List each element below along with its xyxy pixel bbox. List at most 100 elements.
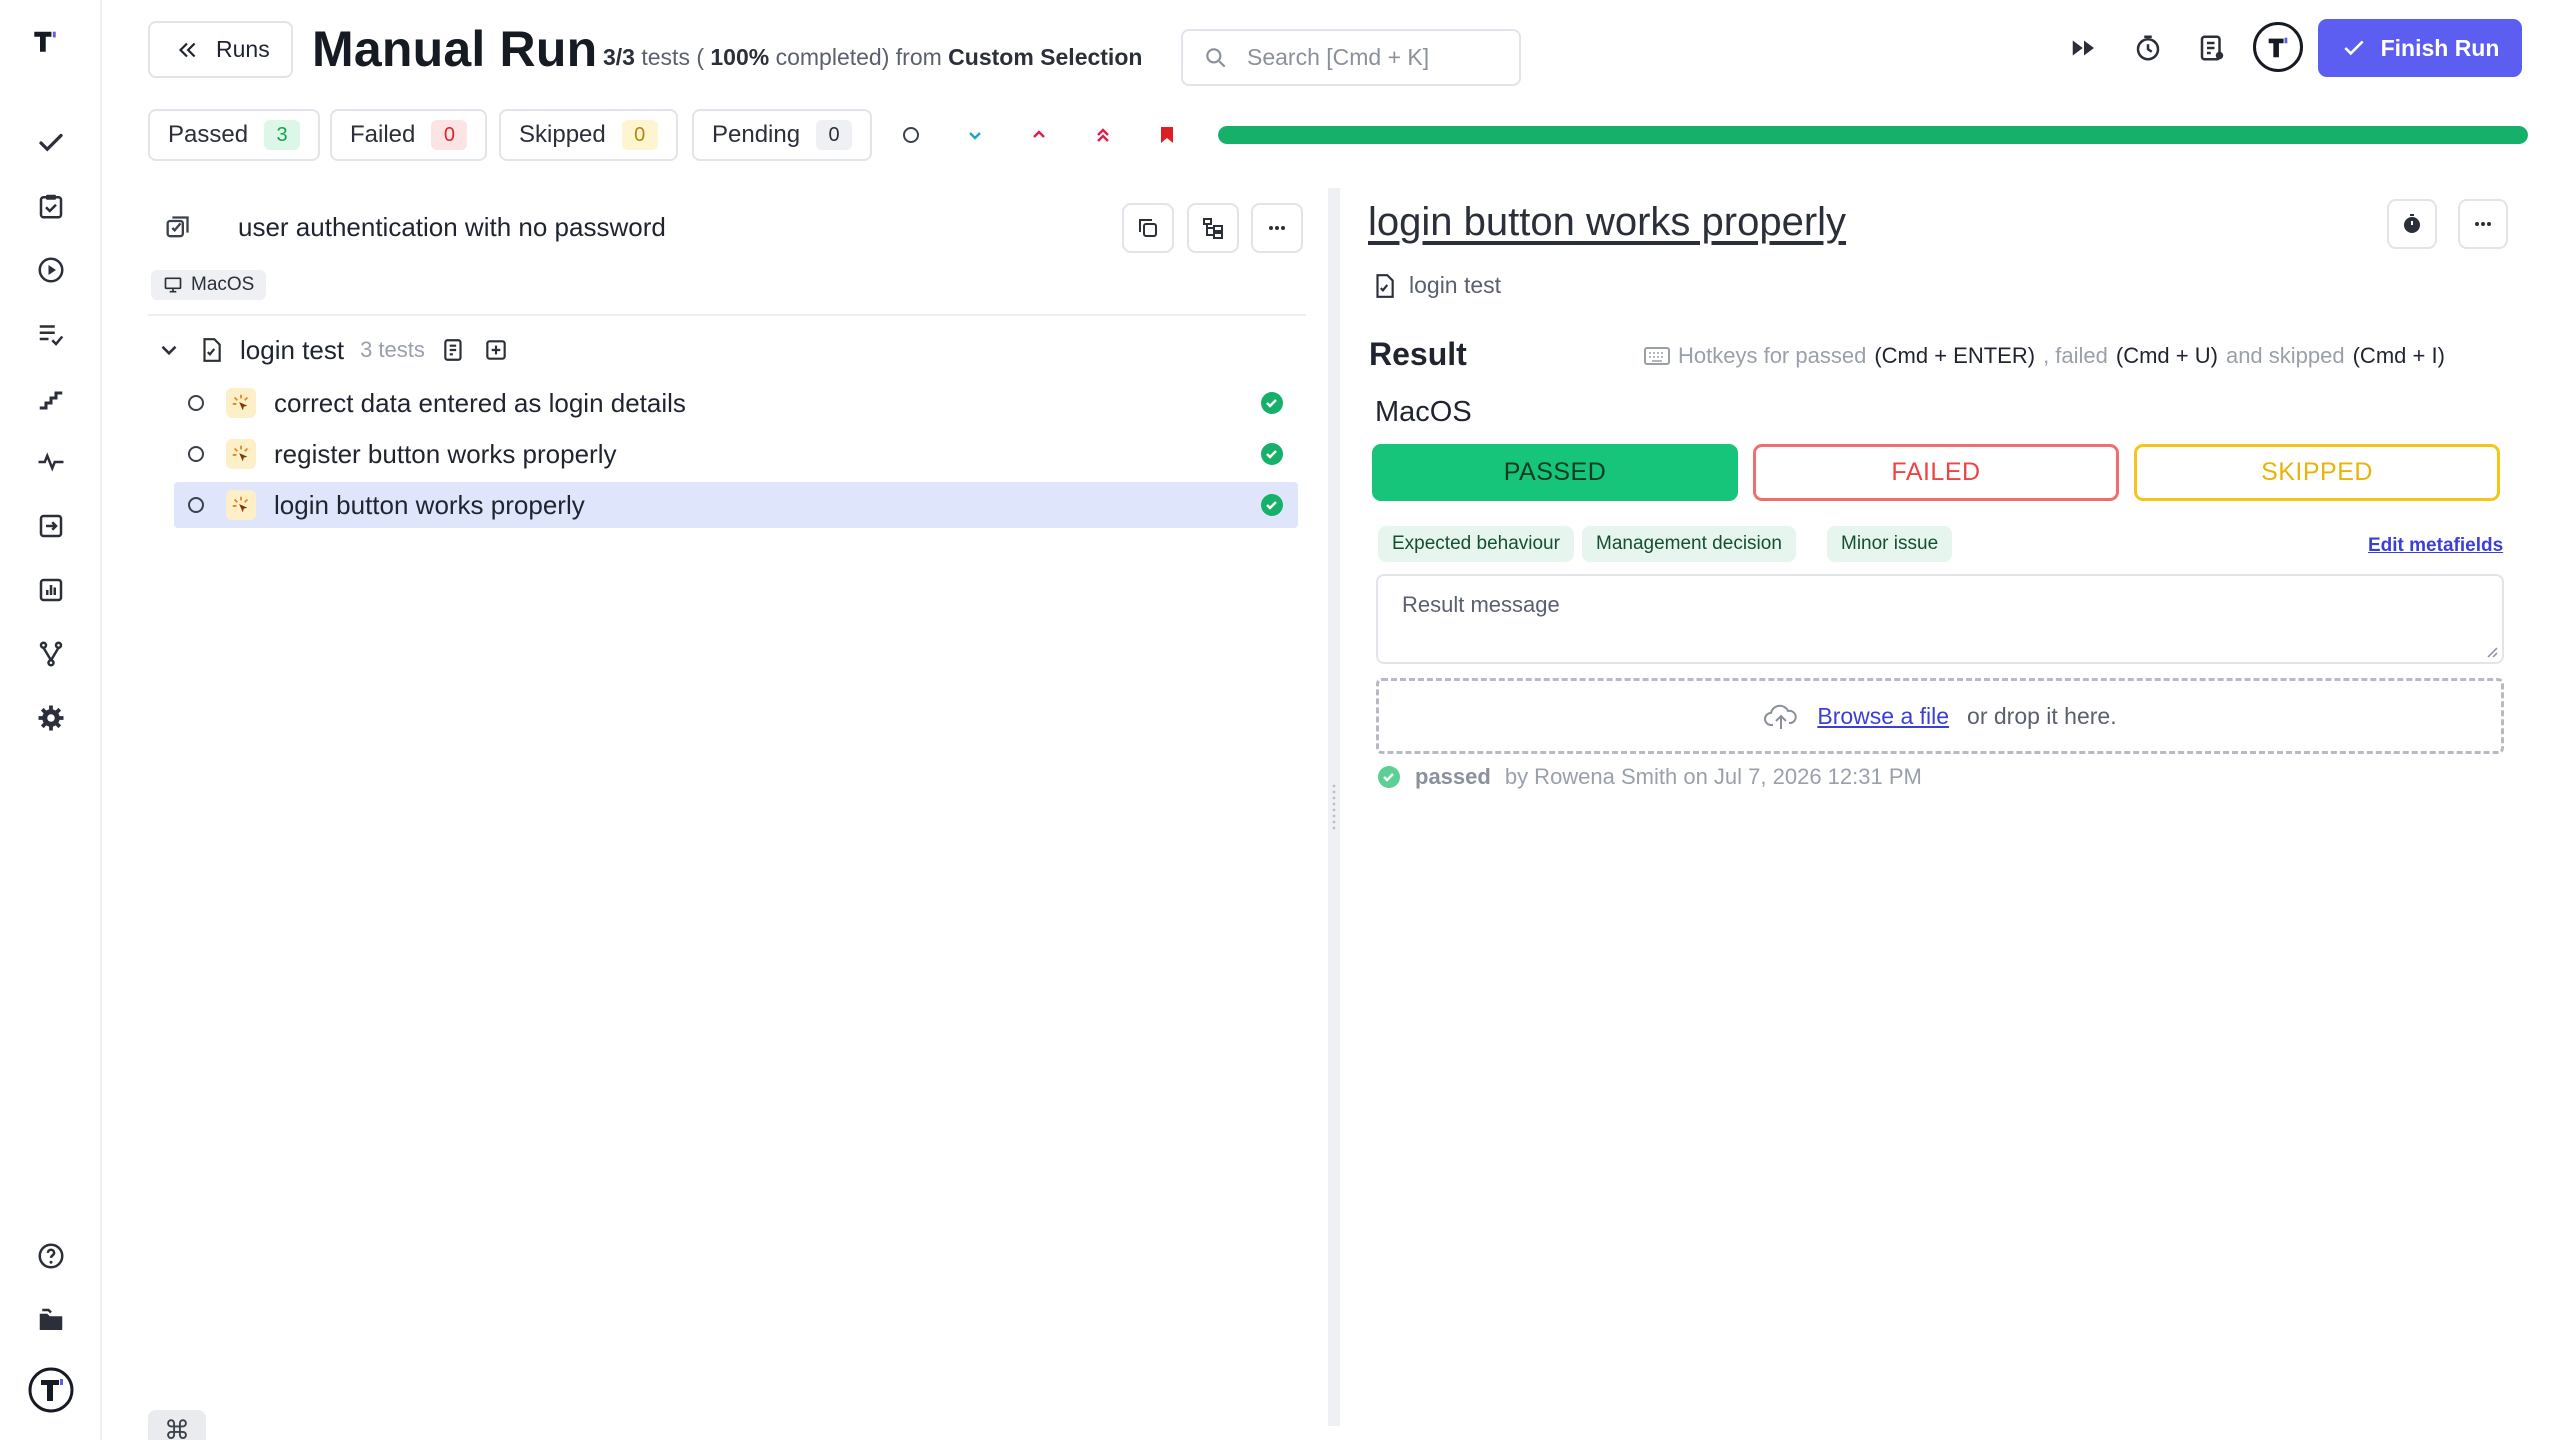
test-name: register button works properly	[274, 438, 617, 469]
timer-button[interactable]	[2387, 199, 2437, 249]
run-progress-bar	[1218, 126, 2528, 144]
fast-forward-icon[interactable]	[2064, 28, 2104, 68]
run-summary: 3/3 tests ( 100% completed) from Custom …	[603, 44, 1143, 70]
radio-icon[interactable]	[188, 395, 204, 411]
check-icon	[2343, 40, 2364, 56]
result-message-field[interactable]: Result message	[1376, 574, 2504, 664]
steps-icon[interactable]	[33, 380, 69, 416]
keyboard-icon	[1644, 347, 1670, 365]
manual-test-icon	[226, 490, 256, 520]
priority-none-icon[interactable]	[896, 120, 926, 150]
cloud-upload-icon	[1764, 704, 1798, 729]
detail-more-button[interactable]	[2458, 199, 2508, 249]
chevron-down-icon[interactable]	[156, 337, 182, 363]
account-avatar-icon[interactable]	[27, 1366, 75, 1414]
filter-failed[interactable]: Failed 0	[330, 109, 488, 161]
test-row-selected[interactable]: login button works properly	[174, 482, 1298, 528]
double-chevron-left-icon	[178, 42, 196, 57]
app-root: Runs Manual Run 3/3 tests ( 100% complet…	[0, 0, 2560, 1440]
import-icon[interactable]	[33, 508, 69, 544]
checkmark-icon[interactable]	[33, 125, 69, 161]
search-placeholder: Search [Cmd + K]	[1247, 44, 1430, 70]
report-list-icon[interactable]	[441, 337, 467, 363]
filter-passed[interactable]: Passed 3	[148, 109, 321, 161]
failed-count-badge: 0	[431, 120, 468, 150]
passed-status-icon	[1261, 392, 1283, 414]
priority-critical-icon[interactable]	[1152, 120, 1182, 150]
user-avatar[interactable]	[2253, 22, 2303, 72]
environment-label: MacOS	[1375, 396, 1472, 428]
test-group-row[interactable]: login test 3 tests	[156, 330, 509, 370]
environment-tag: MacOS	[151, 270, 267, 300]
skipped-button[interactable]: SKIPPED	[2134, 444, 2500, 501]
priority-low-icon[interactable]	[960, 120, 990, 150]
clipboard-check-icon[interactable]	[33, 188, 69, 224]
back-to-runs-button[interactable]: Runs	[148, 21, 293, 78]
test-row[interactable]: correct data entered as login details	[174, 380, 1298, 426]
metafield-chip[interactable]: Management decision	[1582, 526, 1796, 562]
passed-button[interactable]: PASSED	[1372, 444, 1738, 501]
pulse-icon[interactable]	[33, 444, 69, 480]
failed-button[interactable]: FAILED	[1753, 444, 2119, 501]
result-heading: Result	[1369, 336, 1467, 372]
result-history-entry: passed by Rowena Smith on Jul 7, 2026 12…	[1377, 764, 1922, 790]
timer-reset-icon[interactable]	[2128, 28, 2168, 68]
copy-button[interactable]	[1122, 203, 1174, 253]
priority-high-icon[interactable]	[1024, 120, 1054, 150]
browse-file-link[interactable]: Browse a file	[1817, 703, 1949, 730]
filter-pending[interactable]: Pending 0	[692, 109, 873, 161]
group-name: login test	[240, 334, 345, 365]
panel-resize-handle[interactable]	[1328, 188, 1340, 1426]
help-icon[interactable]	[33, 1238, 69, 1274]
search-input[interactable]: Search [Cmd + K]	[1181, 29, 1521, 86]
command-palette-key[interactable]: ⌘	[148, 1410, 206, 1440]
monitor-icon	[164, 277, 182, 293]
ellipsis-icon	[1269, 226, 1285, 230]
filter-skipped[interactable]: Skipped 0	[499, 109, 678, 161]
skipped-count-badge: 0	[621, 120, 658, 150]
gear-icon[interactable]	[33, 700, 69, 736]
metafield-chip[interactable]: Expected behaviour	[1378, 526, 1574, 562]
analytics-icon[interactable]	[33, 572, 69, 608]
test-name: login button works properly	[274, 489, 585, 520]
suite-title: user authentication with no password	[238, 212, 666, 242]
suite-check-icon	[163, 214, 191, 242]
pending-count-badge: 0	[816, 120, 853, 150]
manual-test-icon	[226, 439, 256, 469]
file-dropzone[interactable]: Browse a file or drop it here.	[1376, 678, 2504, 754]
progress-fill	[1218, 126, 2528, 144]
file-check-icon	[203, 338, 221, 362]
tree-icon	[1203, 218, 1223, 239]
list-check-icon[interactable]	[33, 316, 69, 352]
file-check-icon	[1376, 273, 1394, 298]
priority-important-icon[interactable]	[1088, 120, 1118, 150]
group-count: 3 tests	[360, 337, 425, 362]
resize-grip-icon[interactable]	[2484, 644, 2498, 658]
edit-metafields-link[interactable]: Edit metafields	[2368, 535, 2503, 557]
test-row[interactable]: register button works properly	[174, 431, 1298, 477]
test-detail-title[interactable]: login button works properly	[1368, 200, 1846, 245]
more-options-button[interactable]	[1251, 203, 1303, 253]
parent-group-link[interactable]: login test	[1371, 272, 1501, 299]
divider	[148, 314, 1306, 316]
app-logo-icon[interactable]	[30, 26, 72, 68]
testomat-logo-icon	[2268, 37, 2288, 58]
report-icon[interactable]	[2192, 28, 2232, 68]
finish-run-button[interactable]: Finish Run	[2318, 19, 2522, 77]
stopwatch-icon	[2404, 214, 2420, 233]
add-square-icon[interactable]	[483, 337, 509, 363]
folders-icon[interactable]	[33, 1302, 69, 1338]
passed-status-icon	[1261, 494, 1283, 516]
tree-view-button[interactable]	[1187, 203, 1239, 253]
ellipsis-icon	[2475, 222, 2491, 226]
radio-icon[interactable]	[188, 446, 204, 462]
grip-dots	[1331, 783, 1337, 831]
metafield-chip[interactable]: Minor issue	[1827, 526, 1953, 562]
radio-icon[interactable]	[188, 497, 204, 513]
passed-status-icon	[1261, 443, 1283, 465]
passed-status-icon	[1378, 766, 1400, 788]
passed-count-badge: 3	[264, 120, 301, 150]
branch-icon[interactable]	[33, 636, 69, 672]
play-circle-icon[interactable]	[33, 252, 69, 288]
page-title: Manual Run	[312, 21, 598, 77]
